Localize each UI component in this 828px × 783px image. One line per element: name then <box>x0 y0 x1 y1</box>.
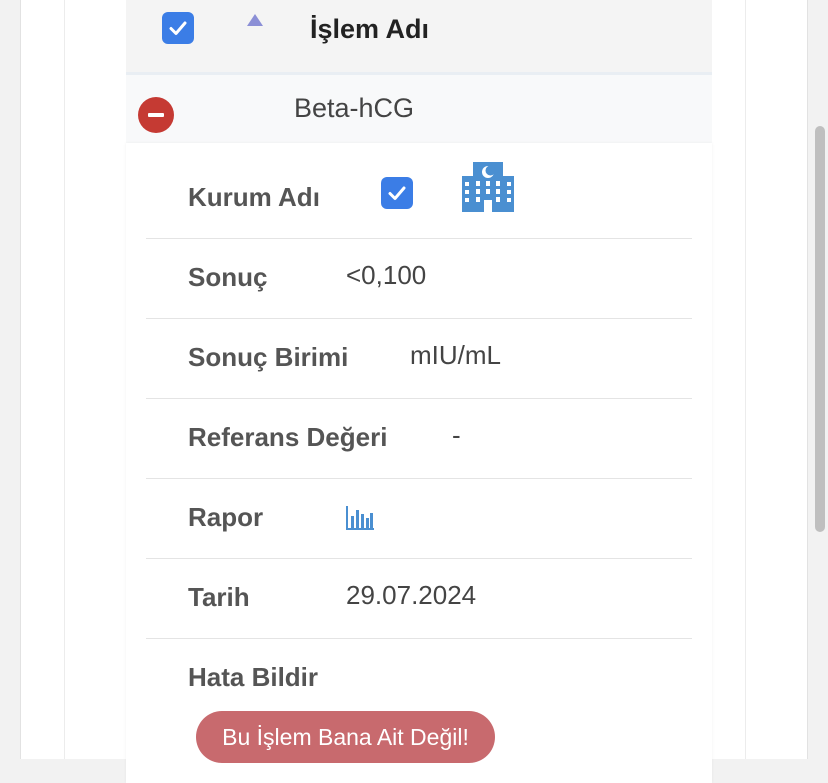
date-value: 29.07.2024 <box>346 580 477 610</box>
checkmark-icon <box>388 186 406 200</box>
institution-label: Kurum Adı <box>188 182 320 212</box>
unit-label: Sonuç Birimi <box>188 342 349 372</box>
scrollbar-thumb[interactable] <box>815 126 825 532</box>
select-all-checkbox[interactable] <box>162 12 194 44</box>
result-value: <0,100 <box>346 260 427 290</box>
reference-value: - <box>452 420 461 450</box>
reference-label: Referans Değeri <box>188 422 388 452</box>
report-label: Rapor <box>188 502 264 532</box>
column-title[interactable]: İşlem Adı <box>310 14 429 45</box>
row-title: Beta-hCG <box>294 93 415 123</box>
unit-value: mIU/mL <box>410 340 501 370</box>
divider <box>146 398 692 399</box>
sort-up-icon[interactable] <box>246 13 264 32</box>
hospital-building-icon[interactable] <box>461 160 515 219</box>
minus-circle-icon[interactable] <box>138 97 174 133</box>
divider <box>146 238 692 239</box>
divider <box>146 638 692 639</box>
checkmark-icon <box>169 21 187 35</box>
divider <box>146 318 692 319</box>
row-header[interactable] <box>126 75 712 143</box>
divider <box>146 478 692 479</box>
error-report-label: Hata Bildir <box>188 662 319 692</box>
not-mine-button[interactable]: Bu İşlem Bana Ait Değil! <box>196 711 495 763</box>
date-label: Tarih <box>188 582 250 612</box>
institution-checkbox[interactable] <box>381 177 413 209</box>
bar-chart-icon[interactable] <box>345 504 375 537</box>
result-label: Sonuç <box>188 262 268 292</box>
divider <box>146 558 692 559</box>
